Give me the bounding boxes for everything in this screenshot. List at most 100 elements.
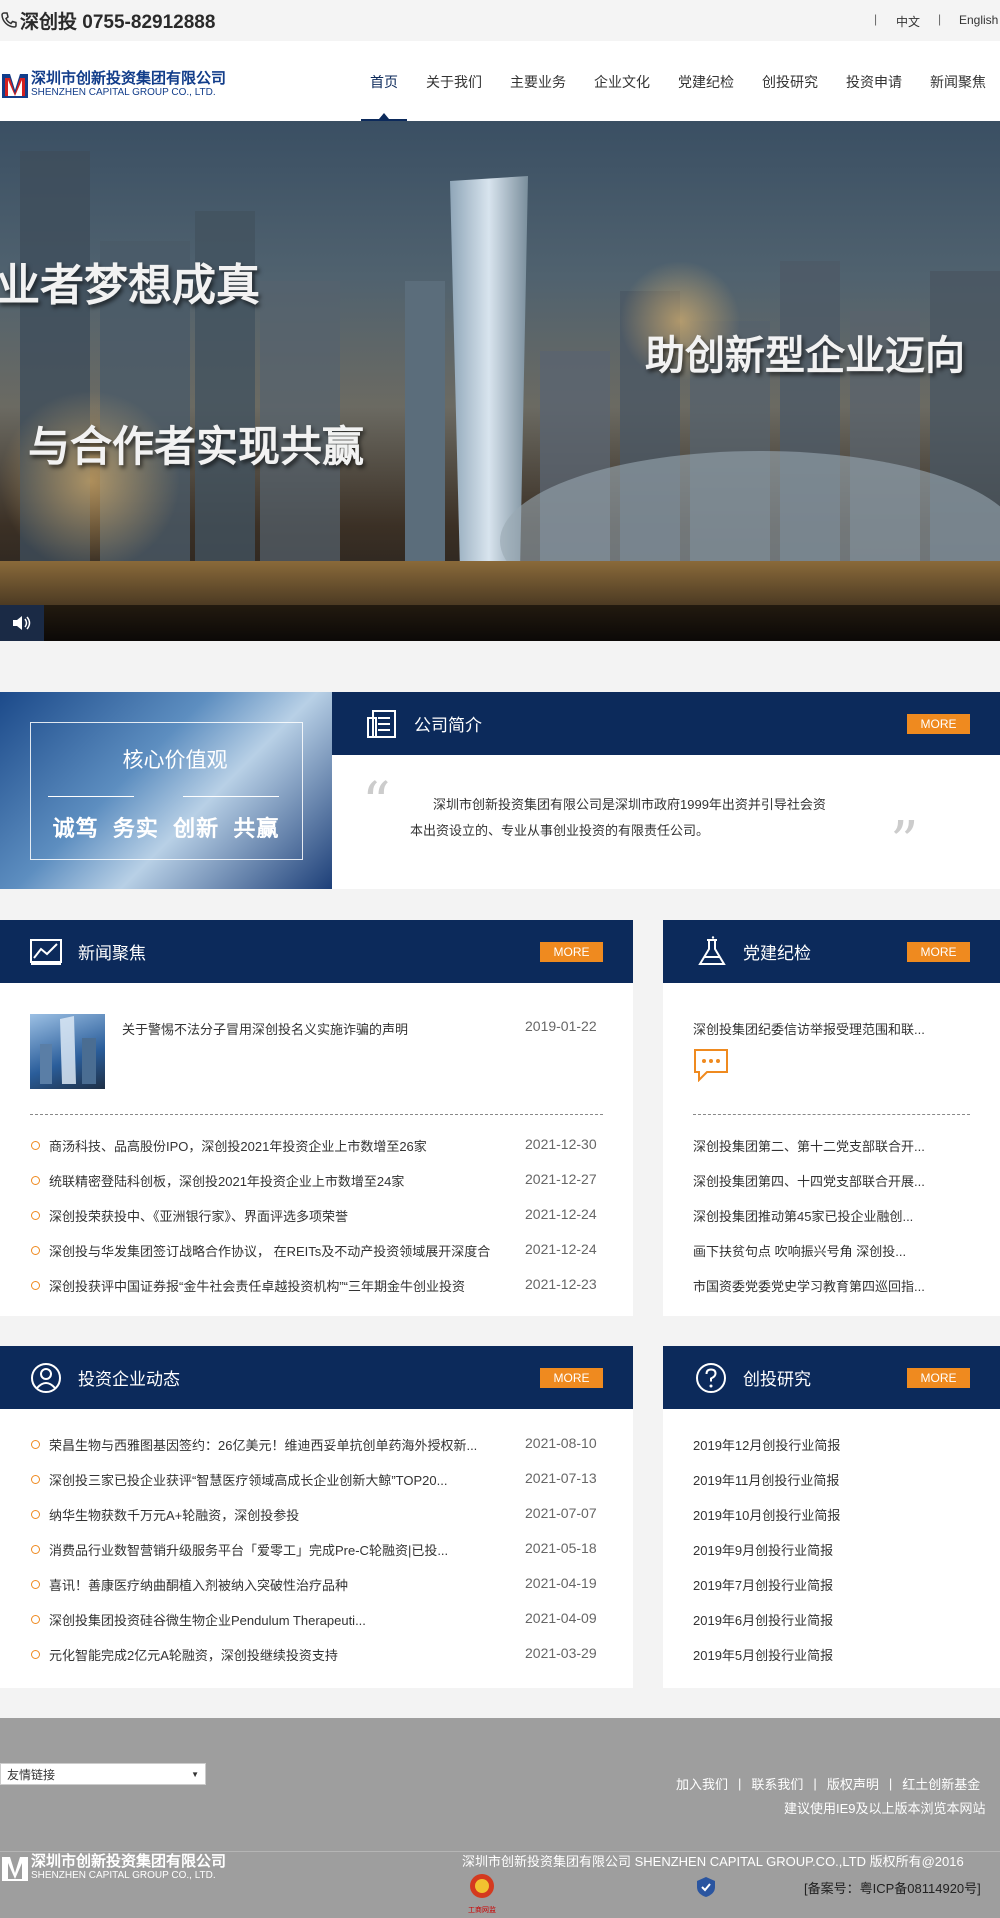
party-item-link[interactable]: 深创投集团第四、十四党支部联合开展... [693,1171,970,1190]
lang-separator: | [874,12,878,26]
nav-apply[interactable]: 投资申请 [846,72,902,92]
friend-links-select-value: 友情链接 [7,1767,56,1782]
news-item-date: 2021-12-30 [525,1136,597,1152]
logo-chinese-name: 深圳市创新投资集团有限公司 [31,70,227,87]
divider [693,1114,970,1115]
research-item-link[interactable]: 2019年6月创投行业简报 [693,1610,833,1629]
lang-english-link[interactable]: English [959,13,998,27]
divider [30,1114,603,1115]
research-item-link[interactable]: 2019年12月创投行业简报 [693,1435,840,1454]
news-item-link[interactable]: 深创投与华发集团签订战略合作协议， 在REITs及不动产投资领域展开深度合 [49,1241,519,1260]
research-panel: 创投研究 MORE 2019年12月创投行业简报 2019年11月创投行业简报 … [663,1346,1000,1688]
city-skyline-image [0,151,1000,641]
link-separator: | [738,1776,742,1791]
divider [48,796,134,797]
bullet-icon [31,1580,40,1589]
news-more-button[interactable]: MORE [540,942,603,962]
party-featured-link[interactable]: 深创投集团纪委信访举报受理范围和联... [693,1019,963,1038]
user-icon [31,1362,61,1393]
security-badge[interactable] [696,1876,716,1903]
nav-research[interactable]: 创投研究 [762,72,818,92]
news-featured-thumbnail[interactable] [30,1014,105,1089]
company-logo[interactable]: 深圳市创新投资集团有限公司 SHENZHEN CAPITAL GROUP CO.… [2,70,226,100]
party-panel: 党建纪检 MORE 深创投集团纪委信访举报受理范围和联... 深创投集团第二、第… [663,920,1000,1316]
news-item-date: 2021-12-24 [525,1241,597,1257]
company-intro-panel: 公司简介 MORE “ 深圳市创新投资集团有限公司是深圳市政府1999年出资并引… [332,692,1000,889]
investee-news-link[interactable]: 消费品行业数智营销升级服务平台「爱零工」完成Pre-C轮融资|已投... [49,1540,511,1559]
friend-links-select[interactable]: 友情链接 ▼ [0,1763,206,1785]
company-intro-title: 公司简介 [414,716,482,735]
footer-link-fund[interactable]: 红土创新基金 [902,1774,980,1793]
news-item-date: 2021-12-23 [525,1276,597,1292]
nav-news[interactable]: 新闻聚焦 [930,72,986,92]
bullet-icon [31,1141,40,1150]
news-item-date: 2021-12-24 [525,1206,597,1222]
icp-record[interactable]: [备案号：粤ICP备08114920号] [804,1878,981,1897]
footer-logo-english: SHENZHEN CAPITAL GROUP CO., LTD. [31,1870,216,1881]
company-intro-header: 公司简介 [332,692,1000,755]
core-values-words: 诚笃 务实 创新 共赢 [52,816,280,841]
banner-slogan-2: 助创新型企业迈向 [645,333,965,379]
dropdown-arrow-icon: ▼ [191,1769,199,1779]
investee-news-link[interactable]: 深创投集团投资硅谷微生物企业Pendulum Therapeuti... [49,1610,511,1629]
news-item-link[interactable]: 统联精密登陆科创板，深创投2021年投资企业上市数增至24家 [49,1171,519,1190]
investee-news-link[interactable]: 喜讯！善康医疗纳曲酮植入剂被纳入突破性治疗品种 [49,1575,511,1594]
party-item-link[interactable]: 画下扶贫句点 吹响振兴号角 深创投... [693,1241,970,1260]
news-featured-link[interactable]: 关于警惕不法分子冒用深创投名义实施诈骗的声明 [122,1019,408,1038]
banner-control-strip [0,605,1000,641]
investee-news-link[interactable]: 深创投三家已投企业获评“智慧医疗领域高成长企业创新大鲸”TOP20... [49,1470,511,1489]
open-quote-icon: “ [362,771,391,836]
investee-news-link[interactable]: 元化智能完成2亿元A轮融资，深创投继续投资支持 [49,1645,511,1664]
bullet-icon [31,1615,40,1624]
news-header: 新闻聚焦 [0,920,633,983]
party-more-button[interactable]: MORE [907,942,970,962]
research-item-link[interactable]: 2019年10月创投行业简报 [693,1505,840,1524]
news-item-link[interactable]: 商汤科技、品高股份IPO，深创投2021年投资企业上市数增至26家 [49,1136,519,1155]
footer-link-join[interactable]: 加入我们 [676,1774,728,1793]
research-item-link[interactable]: 2019年11月创投行业简报 [693,1470,839,1489]
investee-news-link[interactable]: 纳华生物获数千万元A+轮融资，深创投参投 [49,1505,511,1524]
news-panel: 新闻聚焦 MORE 关于警惕不法分子冒用深创投名义实施诈骗的声明 2019-01… [0,920,633,1316]
news-title: 新闻聚焦 [78,944,146,963]
close-quote-icon: ” [890,810,919,875]
investee-news-link[interactable]: 荣昌生物与西雅图基因签约：26亿美元！维迪西妥单抗创单药海外授权新... [49,1435,511,1454]
business-supervision-badge[interactable]: 工商网监 [462,1872,502,1915]
research-more-button[interactable]: MORE [907,1368,970,1388]
link-separator: | [813,1776,817,1791]
hero-banner[interactable]: 业者梦想成真 助创新型企业迈向 与合作者实现共赢 [0,121,1000,641]
party-item-link[interactable]: 市国资委党委党史学习教育第四巡回指... [693,1276,970,1295]
footer-link-contact[interactable]: 联系我们 [751,1774,803,1793]
investee-news-date: 2021-07-07 [525,1505,597,1521]
nav-business[interactable]: 主要业务 [510,72,566,92]
nav-culture[interactable]: 企业文化 [594,72,650,92]
hotline: 深创投 0755-82912888 [0,8,215,33]
investee-news-date: 2021-05-18 [525,1540,597,1556]
bullet-icon [31,1176,40,1185]
party-item-link[interactable]: 深创投集团第二、第十二党支部联合开... [693,1136,970,1155]
footer-link-copyright[interactable]: 版权声明 [827,1774,879,1793]
nav-home[interactable]: 首页 [370,72,398,92]
bullet-icon [31,1246,40,1255]
nav-about[interactable]: 关于我们 [426,72,482,92]
company-intro-text: 本出资设立的、专业从事创业投资的有限责任公司。 [410,823,710,838]
research-item-link[interactable]: 2019年7月创投行业简报 [693,1575,833,1594]
investee-news-more-button[interactable]: MORE [540,1368,603,1388]
news-item-link[interactable]: 深创投荣获投中、《亚洲银行家》、界面评选多项荣誉 [49,1206,519,1225]
link-separator: | [888,1776,893,1791]
logo-english-name: SHENZHEN CAPITAL GROUP CO., LTD. [31,87,216,98]
site-footer: 友情链接 ▼ 加入我们 | 联系我们 | 版权声明 | 红土创新基金 建议使用IE9及… [0,1718,1000,1918]
research-item-link[interactable]: 2019年9月创投行业简报 [693,1540,833,1559]
research-item-link[interactable]: 2019年5月创投行业简报 [693,1645,833,1664]
core-values-panel: 核心价值观 诚笃 务实 创新 共赢 [0,692,332,889]
party-item-link[interactable]: 深创投集团推动第45家已投企业融创... [693,1206,970,1225]
police-emblem-icon [470,1874,494,1898]
investee-news-date: 2021-04-19 [525,1575,597,1591]
nav-party[interactable]: 党建纪检 [678,72,734,92]
divider [183,796,279,797]
news-item-link[interactable]: 深创投获评中国证券报“金牛社会责任卓越投资机构”“三年期金牛创业投资 [49,1276,519,1295]
sound-toggle-button[interactable] [0,605,44,641]
company-intro-more-button[interactable]: MORE [907,714,970,734]
investee-news-date: 2021-08-10 [525,1435,597,1451]
browser-note: 建议使用IE9及以上版本浏览本网站 [784,1801,986,1816]
lang-chinese-link[interactable]: 中文 [896,13,920,30]
